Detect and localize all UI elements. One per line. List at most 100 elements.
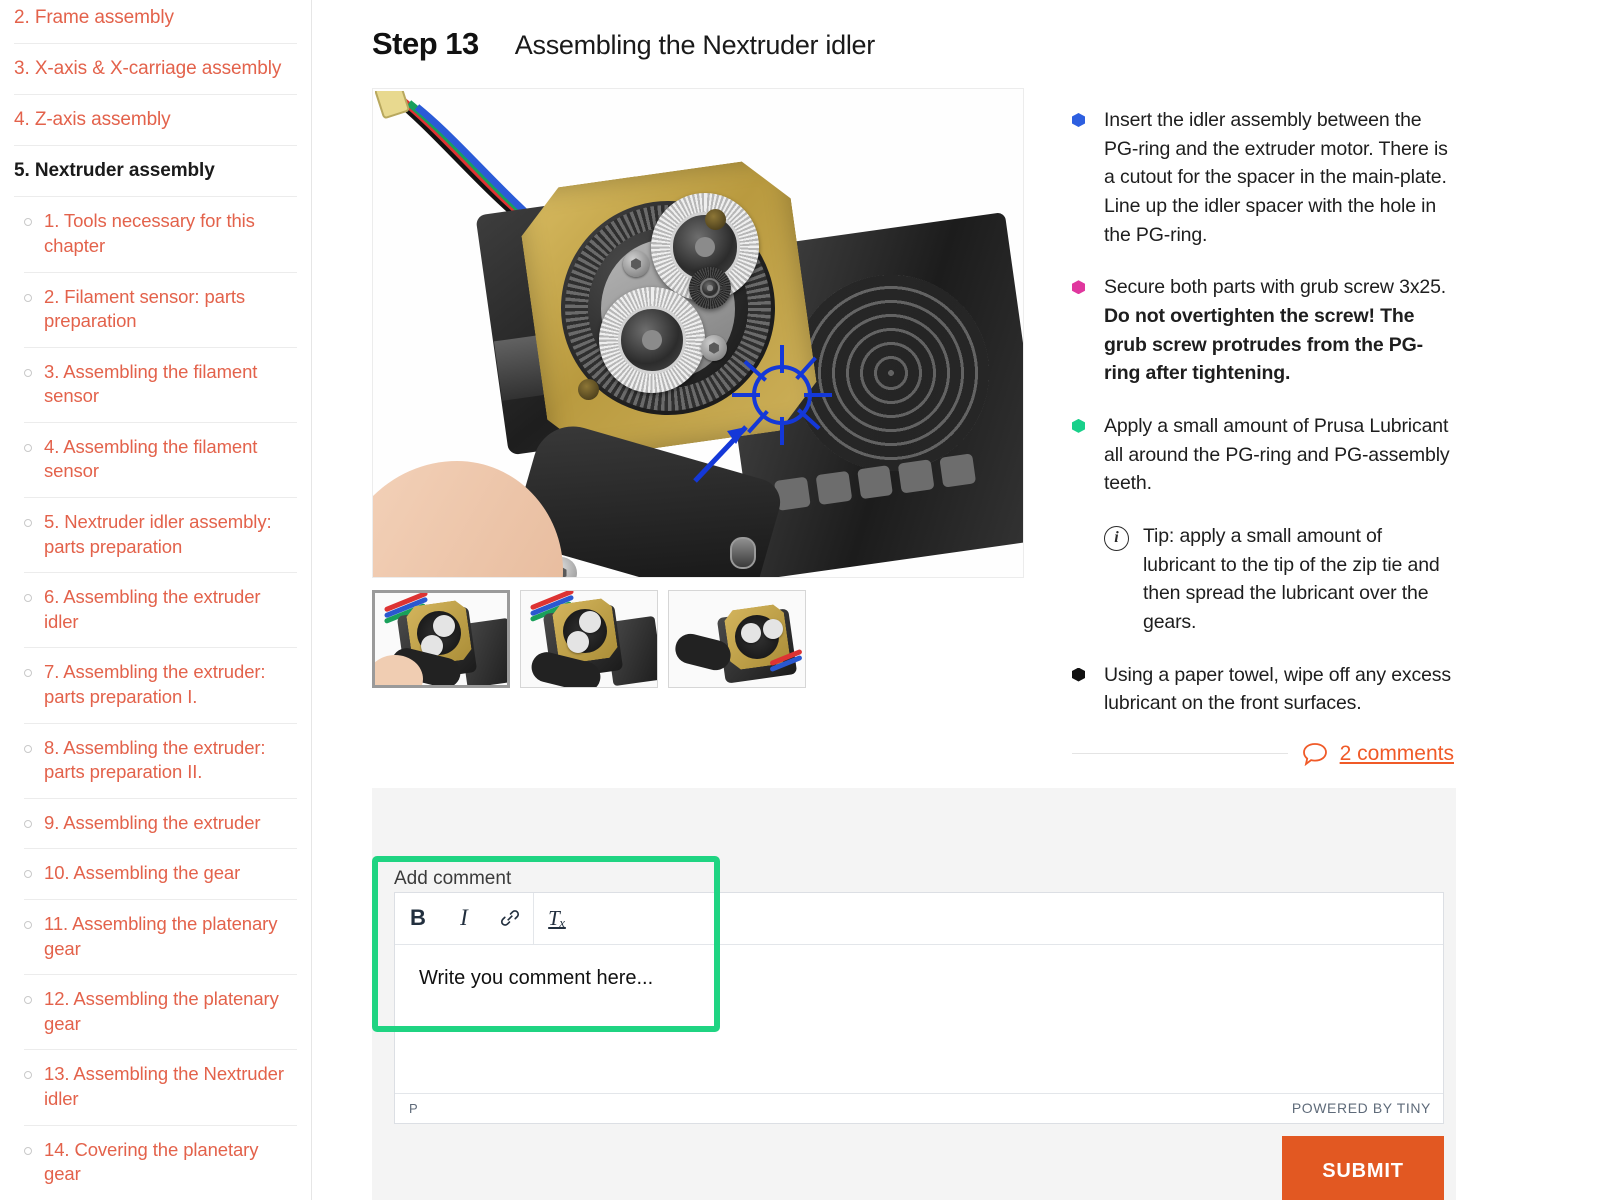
- comment-textarea[interactable]: Write you comment here...: [395, 945, 1443, 1093]
- sidebar-step-14[interactable]: 14. Covering the planetary gear: [24, 1126, 297, 1200]
- instruction-text: Insert the idler assembly between the PG…: [1104, 109, 1448, 246]
- element-path-indicator[interactable]: P: [409, 1101, 418, 1116]
- circle-bullet-icon: [24, 669, 32, 678]
- comment-panel: Add comment B I Tₓ Write you comment her…: [372, 787, 1456, 1200]
- brass-hole-1: [705, 209, 726, 230]
- circle-bullet-icon: [24, 443, 32, 452]
- link-button[interactable]: [487, 893, 533, 944]
- circle-bullet-icon: [24, 293, 32, 302]
- thumbnail-1[interactable]: [372, 590, 510, 688]
- editor-statusbar: P POWERED BY TINY: [395, 1092, 1443, 1123]
- circle-bullet-icon: [24, 218, 32, 227]
- sidebar-step-label: 4. Assembling the filament sensor: [44, 435, 258, 482]
- sidebar-step-label: 5. Nextruder idler assembly: parts prepa…: [44, 511, 272, 557]
- idler-spacer: [730, 537, 756, 569]
- sidebar-step-label: 14. Covering the planetary gear: [44, 1138, 259, 1185]
- tip-note: i Tip: apply a small amount of lubricant…: [1104, 522, 1456, 637]
- sidebar-step-7[interactable]: 7. Assembling the extruder: parts prepar…: [24, 648, 297, 724]
- circle-bullet-icon: [24, 1071, 32, 1080]
- sidebar-step-1[interactable]: 1. Tools necessary for this chapter: [24, 197, 297, 273]
- page-root: 2. Frame assembly 3. X-axis & X-carriage…: [0, 0, 1600, 1200]
- carrier-screw-2: [701, 335, 727, 361]
- sidebar-step-9[interactable]: 9. Assembling the extruder: [24, 799, 297, 850]
- sidebar-step-5[interactable]: 5. Nextruder idler assembly: parts prepa…: [24, 498, 297, 574]
- sidebar-chapter-frame-assembly[interactable]: 2. Frame assembly: [14, 0, 297, 45]
- media-column: [372, 88, 1024, 766]
- circle-bullet-icon: [24, 870, 32, 879]
- speech-bubble-icon: [1302, 742, 1327, 766]
- instruction-text: Using a paper towel, wipe off any excess…: [1104, 663, 1451, 715]
- sidebar-step-label: 11. Assembling the platenary gear: [44, 913, 278, 959]
- comments-row: 2 comments: [1072, 742, 1456, 766]
- circle-bullet-icon: [24, 1146, 32, 1155]
- instruction-text: Secure both parts with grub screw 3x25. …: [1104, 273, 1456, 388]
- sidebar-chapter-nextruder-assembly[interactable]: 5. Nextruder assembly: [14, 146, 297, 198]
- step-photo[interactable]: [372, 88, 1024, 578]
- instruction-item-1: Insert the idler assembly between the PG…: [1072, 106, 1456, 249]
- sidebar-step-12[interactable]: 12. Assembling the platenary gear: [24, 975, 297, 1051]
- sidebar-step-label: 10. Assembling the gear: [44, 862, 241, 884]
- step-body: Insert the idler assembly between the PG…: [372, 88, 1456, 766]
- sidebar-step-label: 2. Filament sensor: parts preparation: [44, 285, 246, 332]
- hex-bullet-blue-icon: [1072, 113, 1085, 127]
- sidebar-step-label: 1. Tools necessary for this chapter: [44, 210, 255, 256]
- bold-button[interactable]: B: [395, 893, 441, 944]
- chapter-sidebar[interactable]: 2. Frame assembly 3. X-axis & X-carriage…: [0, 0, 312, 1200]
- instruction-item-3: Apply a small amount of Prusa Lubricant …: [1072, 412, 1456, 498]
- sidebar-step-4[interactable]: 4. Assembling the filament sensor: [24, 423, 297, 499]
- sidebar-step-6[interactable]: 6. Assembling the extruder idler: [24, 573, 297, 649]
- add-comment-heading: Add comment: [394, 867, 512, 889]
- link-icon: [500, 910, 520, 927]
- comment-editor[interactable]: B I Tₓ Write you comment here... P POWER…: [394, 891, 1444, 1124]
- sidebar-step-label: 9. Assembling the extruder: [44, 811, 261, 833]
- sidebar-step-label: 8. Assembling the extruder: parts prepar…: [44, 736, 266, 783]
- circle-bullet-icon: [24, 594, 32, 603]
- instruction-text: Apply a small amount of Prusa Lubricant …: [1104, 414, 1450, 495]
- sidebar-chapter-x-axis-assembly[interactable]: 3. X-axis & X-carriage assembly: [14, 44, 297, 96]
- sidebar-step-2[interactable]: 2. Filament sensor: parts preparation: [24, 273, 297, 348]
- hex-bullet-magenta-icon: [1072, 280, 1085, 295]
- sidebar-step-8[interactable]: 8. Assembling the extruder: parts prepar…: [24, 724, 297, 799]
- instruction-item-4: Using a paper towel, wipe off any excess…: [1072, 661, 1456, 718]
- step-header: Step 13 Assembling the Nextruder idler: [372, 0, 1456, 62]
- thumbnail-3[interactable]: [668, 590, 806, 688]
- sidebar-step-3[interactable]: 3. Assembling the filament sensor: [24, 348, 297, 423]
- sidebar-step-13[interactable]: 13. Assembling the Nextruder idler: [24, 1050, 297, 1126]
- divider: [1072, 753, 1288, 755]
- toolbar-group-clear: Tₓ: [534, 893, 580, 944]
- comments-link[interactable]: 2 comments: [1302, 742, 1454, 766]
- sidebar-chapter-z-axis-assembly[interactable]: 4. Z-axis assembly: [14, 95, 297, 147]
- instruction-item-2: Secure both parts with grub screw 3x25. …: [1072, 273, 1456, 388]
- circle-bullet-icon: [24, 744, 32, 753]
- thumbnail-strip[interactable]: [372, 590, 1024, 688]
- thumbnail-2[interactable]: [520, 590, 658, 688]
- instruction-text-normal: Secure both parts with grub screw 3x25.: [1104, 276, 1447, 299]
- tiny-branding[interactable]: POWERED BY TINY: [1292, 1100, 1431, 1116]
- circle-bullet-icon: [24, 921, 32, 929]
- sidebar-step-10[interactable]: 10. Assembling the gear: [24, 849, 297, 900]
- brass-hole-2: [578, 379, 599, 400]
- circle-bullet-icon: [24, 996, 32, 1005]
- editor-toolbar[interactable]: B I Tₓ: [395, 892, 1443, 945]
- instruction-text-bold: Do not overtighten the screw! The grub s…: [1104, 304, 1424, 385]
- toolbar-group-formatting: B I: [395, 892, 534, 944]
- italic-button[interactable]: I: [441, 893, 487, 944]
- clear-formatting-button[interactable]: Tₓ: [534, 893, 580, 944]
- chapter-list: 2. Frame assembly 3. X-axis & X-carriage…: [0, 0, 311, 198]
- sidebar-step-label: 3. Assembling the filament sensor: [44, 360, 258, 407]
- circle-bullet-icon: [24, 368, 32, 377]
- comments-count-label: 2 comments: [1339, 741, 1454, 765]
- page-title: Assembling the Nextruder idler: [514, 30, 875, 60]
- sidebar-step-11[interactable]: 11. Assembling the platenary gear: [24, 900, 297, 976]
- step-list: 1. Tools necessary for this chapter 2. F…: [0, 197, 311, 1200]
- sun-gear: [689, 267, 731, 309]
- info-icon: i: [1104, 525, 1129, 551]
- step-number: Step 13: [372, 26, 479, 61]
- hex-bullet-green-icon: [1072, 418, 1085, 433]
- hex-bullet-black-icon: [1072, 667, 1085, 682]
- submit-row: SUBMIT: [394, 1135, 1444, 1200]
- sidebar-step-label: 6. Assembling the extruder idler: [44, 586, 261, 632]
- submit-button[interactable]: SUBMIT: [1282, 1135, 1444, 1200]
- tip-text: Tip: apply a small amount of lubricant t…: [1143, 524, 1440, 633]
- carrier-screw-1: [623, 251, 649, 277]
